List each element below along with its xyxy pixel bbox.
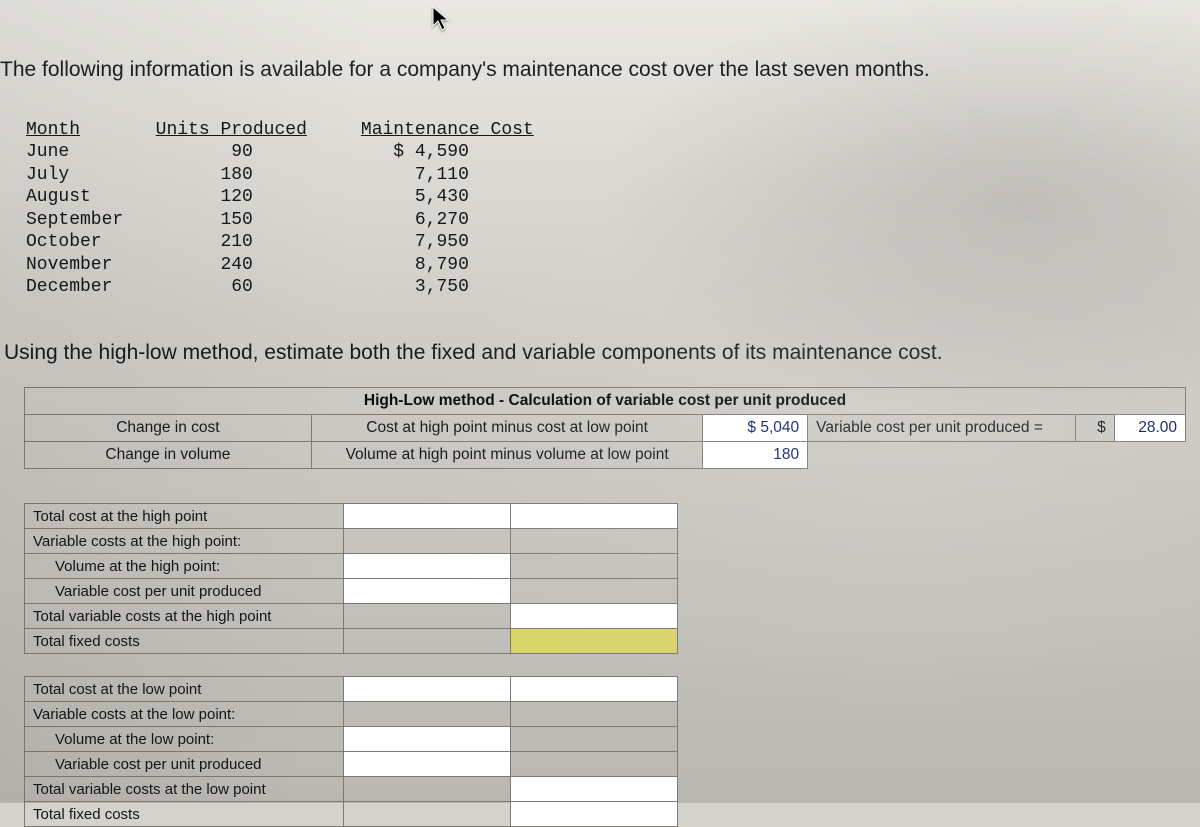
row-label: Total fixed costs: [25, 802, 344, 827]
row-label: Total variable costs at the high point: [25, 604, 344, 629]
question-text: Using the high-low method, estimate both…: [4, 341, 1200, 365]
cell-month: October: [26, 232, 102, 252]
table-row: Change in volume Volume at high point mi…: [25, 442, 1186, 469]
table-row: Volume at the high point:: [25, 554, 678, 579]
result-label: Variable cost per unit produced =: [808, 415, 1076, 442]
input-cell[interactable]: [344, 504, 511, 529]
row-label: Volume at the high point:: [25, 554, 344, 579]
high-low-worksheet: High-Low method - Calculation of variabl…: [24, 387, 1186, 827]
row-label: Total cost at the low point: [25, 677, 344, 702]
input-cell[interactable]: [511, 777, 678, 802]
input-cell[interactable]: [344, 677, 511, 702]
cell-cost: 3,750: [415, 277, 469, 297]
row-label: Variable cost per unit produced: [25, 579, 344, 604]
row-label: Variable costs at the high point:: [25, 529, 344, 554]
row-label: Change in cost: [25, 415, 312, 442]
data-table: Month Units Produced Maintenance Cost Ju…: [26, 96, 1200, 321]
row-value-input[interactable]: 180: [703, 442, 808, 469]
table-row: Total cost at the high point: [25, 504, 678, 529]
input-cell[interactable]: [511, 802, 678, 827]
row-desc: Cost at high point minus cost at low poi…: [311, 415, 703, 442]
cell-units: 150: [220, 210, 252, 230]
table-row: Variable cost per unit produced: [25, 579, 678, 604]
result-value-input[interactable]: 28.00: [1114, 415, 1185, 442]
table-row: Total fixed costs: [25, 802, 678, 827]
table-row: Volume at the low point:: [25, 727, 678, 752]
row-label: Total variable costs at the low point: [25, 777, 344, 802]
input-cell[interactable]: [344, 752, 511, 777]
cell-cost: 7,950: [415, 232, 469, 252]
input-cell[interactable]: [511, 504, 678, 529]
table-row: Total fixed costs: [25, 629, 678, 654]
row-value-input[interactable]: $ 5,040: [703, 415, 808, 442]
input-cell[interactable]: [511, 629, 678, 654]
cell-month: August: [26, 187, 91, 207]
cell-month: September: [26, 210, 123, 230]
input-cell[interactable]: [511, 604, 678, 629]
table-row: Variable cost per unit produced: [25, 752, 678, 777]
table-row: Total variable costs at the high point: [25, 604, 678, 629]
cell-units: 60: [231, 277, 253, 297]
cell-cost: $ 4,590: [393, 142, 469, 162]
row-label: Variable costs at the low point:: [25, 702, 344, 727]
input-cell[interactable]: [344, 727, 511, 752]
cell-cost: 6,270: [415, 210, 469, 230]
table-row: Change in cost Cost at high point minus …: [25, 415, 1186, 442]
row-label: Total cost at the high point: [25, 504, 344, 529]
row-label: Total fixed costs: [25, 629, 344, 654]
low-point-section: Total cost at the low point Variable cos…: [24, 676, 678, 827]
table-row: Variable costs at the high point:: [25, 529, 678, 554]
row-label: Change in volume: [25, 442, 312, 469]
cell-month: December: [26, 277, 112, 297]
header-units: Units Produced: [156, 120, 307, 140]
row-desc: Volume at high point minus volume at low…: [311, 442, 703, 469]
cell-cost: 5,430: [415, 187, 469, 207]
high-point-section: Total cost at the high point Variable co…: [24, 503, 678, 654]
input-cell[interactable]: [511, 677, 678, 702]
cell-units: 120: [220, 187, 252, 207]
table-row: Variable costs at the low point:: [25, 702, 678, 727]
input-cell[interactable]: [344, 554, 511, 579]
cell-units: 210: [220, 232, 252, 252]
cell-month: July: [26, 165, 69, 185]
table-row: Total cost at the low point: [25, 677, 678, 702]
cell-units: 180: [220, 165, 252, 185]
header-cost: Maintenance Cost: [361, 120, 534, 140]
table-row: Total variable costs at the low point: [25, 777, 678, 802]
header-month: Month: [26, 120, 80, 140]
cell-cost: 7,110: [415, 165, 469, 185]
intro-text: The following information is available f…: [0, 58, 1200, 82]
cell-units: 240: [220, 255, 252, 275]
cell-month: November: [26, 255, 112, 275]
cell-units: 90: [231, 142, 253, 162]
row-label: Volume at the low point:: [25, 727, 344, 752]
row-label: Variable cost per unit produced: [25, 752, 344, 777]
currency-symbol: $: [1076, 415, 1114, 442]
input-cell[interactable]: [344, 579, 511, 604]
hl-title: High-Low method - Calculation of variabl…: [25, 388, 1186, 415]
cell-month: June: [26, 142, 69, 162]
cell-cost: 8,790: [415, 255, 469, 275]
